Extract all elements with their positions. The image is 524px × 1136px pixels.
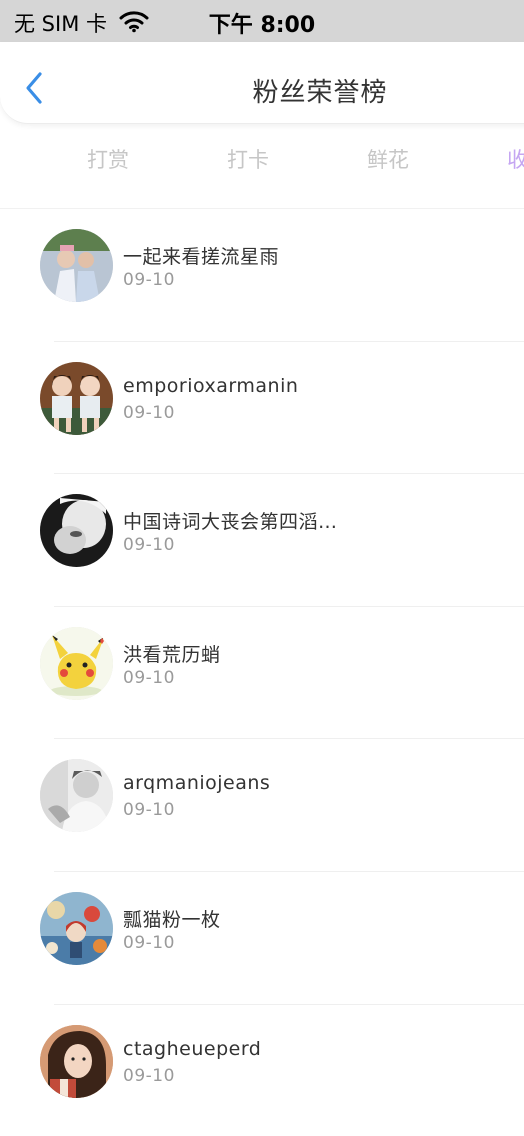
status-bar: 无 SIM 卡 下午 8:00 bbox=[0, 0, 524, 42]
avatar bbox=[40, 361, 113, 435]
list-item[interactable]: 中国诗词大丧会第四滔… 09-10 bbox=[0, 474, 524, 607]
fan-date: 09-10 bbox=[123, 402, 175, 423]
list-item[interactable]: arqmaniojeans 09-10 bbox=[0, 739, 524, 872]
fan-date: 09-10 bbox=[123, 535, 175, 556]
fan-date: 09-10 bbox=[123, 932, 175, 953]
tab-bar: 打赏 打卡 鲜花 收 bbox=[0, 130, 524, 190]
avatar bbox=[40, 1024, 113, 1098]
list-item[interactable]: 洪看荒历蛸 09-10 bbox=[0, 607, 524, 740]
avatar bbox=[40, 626, 113, 700]
fan-list: 一起来看搓流星雨 09-10 emporioxarmanin 09-10 中国诗… bbox=[0, 209, 524, 1136]
fan-name: 瓢猫粉一枚 bbox=[123, 908, 221, 931]
tab-collect[interactable]: 收 bbox=[507, 144, 524, 174]
tab-reward[interactable]: 打赏 bbox=[87, 144, 129, 174]
list-item[interactable]: 瓢猫粉一枚 09-10 bbox=[0, 872, 524, 1005]
list-item[interactable]: emporioxarmanin 09-10 bbox=[0, 342, 524, 475]
fan-name: 洪看荒历蛸 bbox=[123, 643, 221, 666]
tab-flowers[interactable]: 鲜花 bbox=[367, 144, 409, 174]
fan-name: arqmaniojeans bbox=[123, 772, 271, 795]
avatar bbox=[40, 891, 113, 965]
avatar bbox=[40, 229, 113, 302]
fan-name: ctagheueperd bbox=[123, 1037, 262, 1060]
fan-date: 09-10 bbox=[123, 667, 175, 688]
fan-date: 09-10 bbox=[123, 800, 175, 821]
tab-checkin[interactable]: 打卡 bbox=[227, 144, 269, 174]
fan-date: 09-10 bbox=[123, 270, 175, 290]
nav-bar: 粉丝荣誉榜 bbox=[0, 42, 524, 124]
fan-date: 09-10 bbox=[123, 1065, 175, 1086]
fan-name: 一起来看搓流星雨 bbox=[123, 246, 280, 268]
list-item[interactable]: 一起来看搓流星雨 09-10 bbox=[0, 209, 524, 342]
fan-name: emporioxarmanin bbox=[123, 374, 299, 397]
fan-name: 中国诗词大丧会第四滔… bbox=[123, 511, 338, 534]
avatar bbox=[40, 759, 113, 833]
status-time: 下午 8:00 bbox=[208, 13, 316, 38]
avatar bbox=[40, 494, 113, 568]
list-item[interactable]: ctagheueperd 09-10 bbox=[0, 1005, 524, 1136]
page-title: 粉丝荣誉榜 bbox=[252, 78, 388, 108]
